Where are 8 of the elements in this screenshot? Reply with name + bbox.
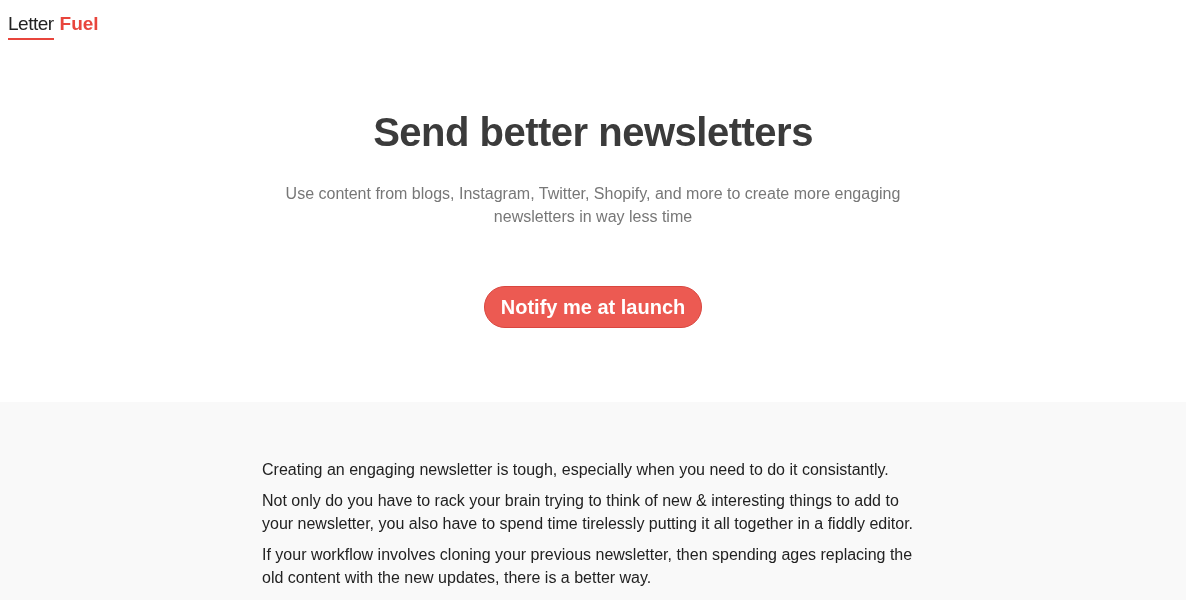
- hero-title: Send better newsletters: [372, 110, 814, 154]
- logo-text: Fuel: [59, 12, 99, 36]
- body-paragraph: Creating an engaging newsletter is tough, especially when you need to do it consistantly.: [262, 460, 890, 480]
- logo-text: Letter: [8, 12, 54, 40]
- notify-button[interactable]: Notify me at launch: [484, 286, 702, 328]
- body-paragraph: Not only do you have to rack your brain trying to think of new & interesting things to add to your newsletter, you also have to spend time tirelessly putting it all together in a fiddly editor.: [262, 491, 915, 534]
- hero-subtitle: Use content from blogs, Instagram, Twitter, Shopify, and more to create more engaging newsletters in way less time: [284, 184, 902, 227]
- body-paragraph: If your workflow involves cloning your previous newsletter, then spending ages replacing the old content with the new updates, there is a better way.: [262, 545, 914, 588]
